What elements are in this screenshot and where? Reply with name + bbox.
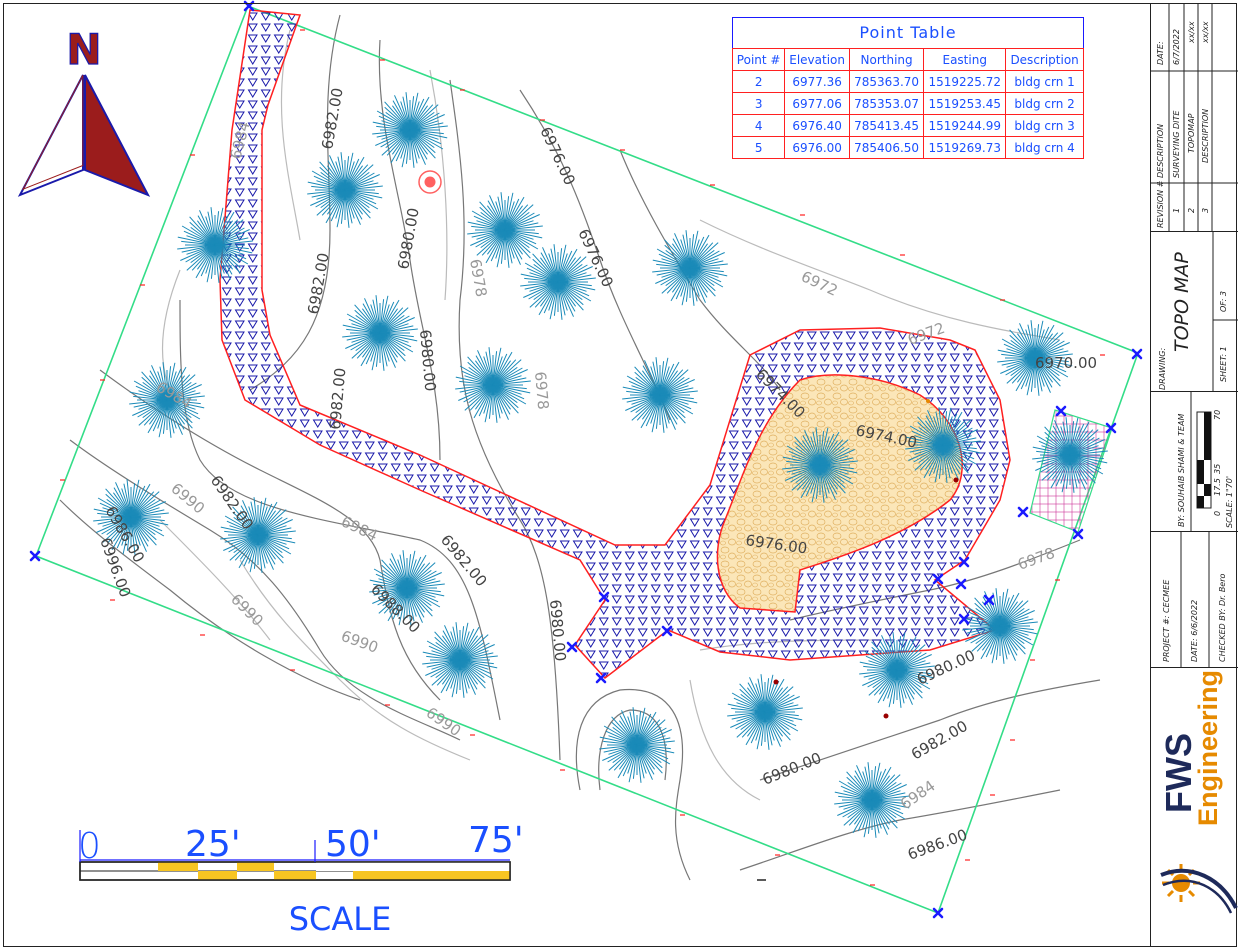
table-cell: 3 [731,92,786,115]
revision-header: REVISION # [1156,180,1165,228]
revision-num: 3 [1201,207,1210,213]
table-cell: bldg crn 1 [1005,70,1084,93]
table-cell: 785406.50 [848,136,925,159]
table-cell: bldg crn 3 [1005,114,1084,137]
table-cell: 785413.45 [848,114,925,137]
project-number: PROJECT #: CECMEE [1162,579,1171,662]
mini-scale-tick: 0 [1213,510,1222,516]
company-logo: FWS Engineering [1151,668,1238,947]
mini-scale-tick: 70 [1213,409,1222,420]
table-cell: 785353.07 [848,92,925,115]
author: BY: SOUHAIB SHAMI & TEAM [1177,413,1186,527]
table-cell: bldg crn 4 [1005,136,1084,159]
project-date: DATE: 6/6/2022 [1190,599,1199,662]
revision-date: xx/xx [1187,21,1196,43]
drawing-label: DRAWING: [1158,347,1167,390]
point-table: Point Table Point # Elevation Northing E… [731,17,1084,159]
revision-desc: TOPOMAP [1187,113,1196,153]
point-table-title: Point Table [732,17,1084,48]
table-cell: 4 [731,114,786,137]
table-row: 4 6976.40 785413.45 1519244.99 bldg crn … [731,114,1084,137]
col-header: Easting [923,48,1007,71]
table-cell: 6977.36 [784,70,850,93]
col-header: Point # [731,48,786,71]
table-cell: 1519225.72 [923,70,1007,93]
revision-block: DATE: DESCRIPTION REVISION # 6/7/2022 SU… [1151,3,1238,232]
revision-date: 6/7/2022 [1172,29,1181,65]
drawing-block: DRAWING: TOPO MAP SHEET: 1 OF: 3 [1151,232,1238,392]
table-row: 3 6977.06 785353.07 1519253.45 bldg crn … [731,92,1084,115]
table-cell: 785363.70 [848,70,925,93]
table-cell: 1519253.45 [923,92,1007,115]
scale-value: SCALE: 1"70' [1225,475,1234,528]
revision-num: 1 [1172,207,1181,213]
date-header: DATE: [1156,41,1165,65]
table-cell: 1519244.99 [923,114,1007,137]
table-cell: 6976.00 [784,136,850,159]
col-header: Elevation [784,48,850,71]
description-header: DESCRIPTION [1156,123,1165,178]
table-cell: 5 [731,136,786,159]
col-header: Description [1005,48,1084,71]
revision-desc: DESCRIPTION [1201,108,1210,163]
revision-date: xx/xx [1201,21,1210,43]
revision-desc: SURVEYING DITE [1172,110,1181,178]
sheet-count: OF: 3 [1219,291,1228,312]
table-cell: 1519269.73 [923,136,1007,159]
checked-by: CHECKED BY: Dr. Bero [1218,573,1227,662]
table-row: 5 6976.00 785406.50 1519269.73 bldg crn … [731,136,1084,159]
mini-scale-tick: 35 [1213,463,1222,474]
table-row: 2 6977.36 785363.70 1519225.72 bldg crn … [731,70,1084,93]
drawing-title: TOPO MAP [1171,252,1193,352]
author-block: BY: SOUHAIB SHAMI & TEAM 70 35 17.5 0 SC… [1151,392,1238,532]
title-block: DATE: DESCRIPTION REVISION # 6/7/2022 SU… [1150,3,1238,947]
table-cell: bldg crn 2 [1005,92,1084,115]
logo-text-engineering: Engineering [1193,669,1223,826]
mini-scale-tick: 17.5 [1213,478,1222,496]
point-table-header: Point # Elevation Northing Easting Descr… [731,48,1084,71]
table-cell: 6976.40 [784,114,850,137]
table-cell: 6977.06 [784,92,850,115]
project-block: PROJECT #: CECMEE DATE: 6/6/2022 CHECKED… [1151,532,1238,668]
sheet-number: SHEET: 1 [1219,346,1228,382]
col-header: Northing [848,48,925,71]
table-cell: 2 [731,70,786,93]
revision-num: 2 [1187,207,1196,213]
